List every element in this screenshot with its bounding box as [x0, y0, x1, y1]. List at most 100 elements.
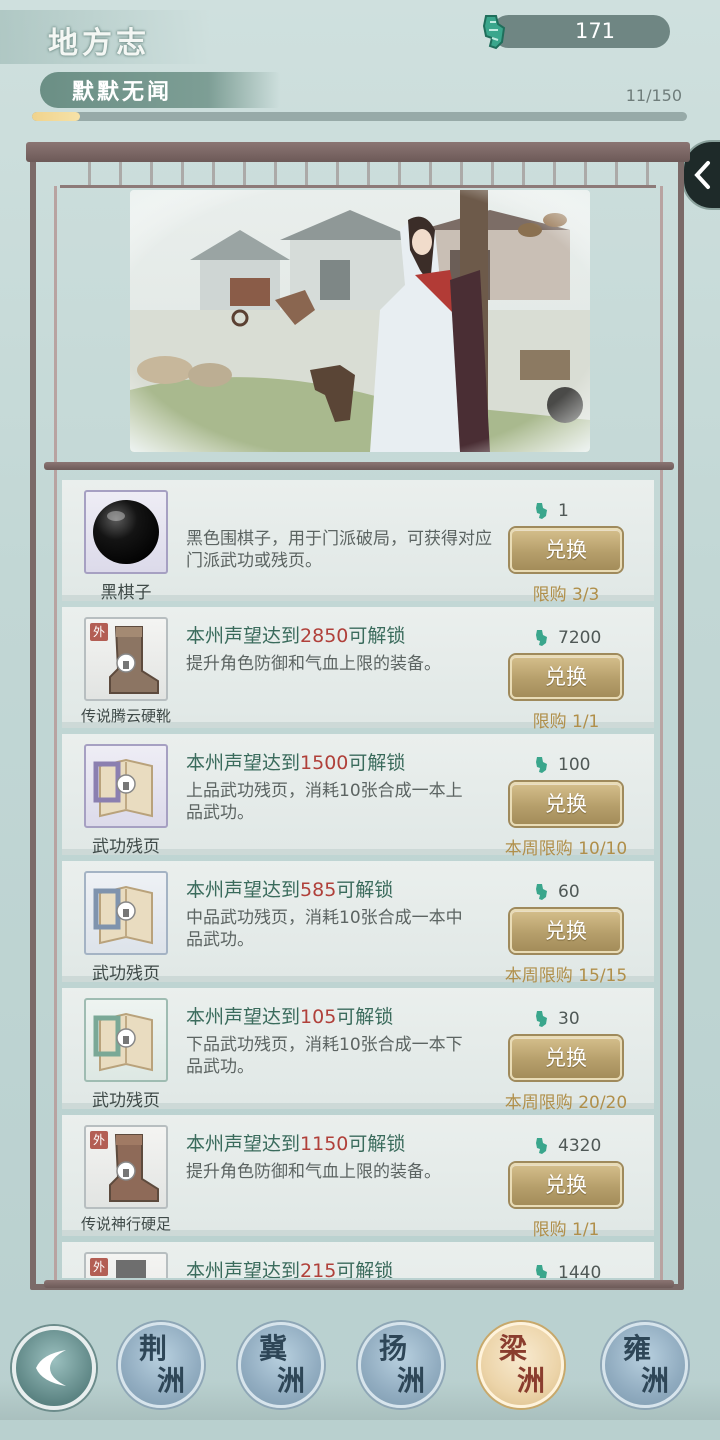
- region-char-1: 冀: [259, 1332, 288, 1365]
- item-icon-frame[interactable]: 外: [84, 1252, 168, 1278]
- page-title: 地方志: [48, 26, 150, 61]
- reputation-progress-count: 11/150: [625, 86, 682, 105]
- unlock-reputation-value: 215: [300, 1260, 337, 1278]
- shop-item-list[interactable]: 黑棋子 黑色围棋子，用于门派破局，可获得对应门派武功或残页。 1 兑换 限购 3…: [62, 480, 654, 1278]
- pavilion-lintel: [26, 142, 690, 162]
- jade-token-icon: [536, 1265, 547, 1278]
- frame-pillar-right: [660, 186, 663, 1280]
- unlock-prefix: 本州声望达到: [186, 879, 301, 901]
- item-icon-frame[interactable]: [84, 744, 168, 828]
- jade-token-icon: [536, 503, 547, 519]
- jade-token-icon: [536, 1138, 547, 1154]
- unlock-prefix: 本州声望达到: [186, 1006, 301, 1028]
- region-char-2: 洲: [516, 1364, 545, 1397]
- item-name: 传说腾云硬靴: [80, 707, 171, 725]
- scene-illustration: [130, 190, 590, 452]
- item-cost: 1: [558, 501, 569, 521]
- unlock-requirement: 本州声望达到1500可解锁: [186, 748, 405, 775]
- exchange-button[interactable]: 兑换: [510, 909, 622, 953]
- shop-item-row: 外 传说神行硬足 本州声望达到1150可解锁 提升角色防御和气血上限的装备。 4…: [62, 1115, 654, 1240]
- jade-token-icon: [536, 884, 547, 900]
- item-cost: 60: [558, 882, 580, 902]
- unlock-suffix: 可解锁: [348, 752, 406, 774]
- unlock-prefix: 本州声望达到: [186, 1133, 301, 1155]
- purchase-limit: 本周限购 20/20: [504, 1093, 628, 1113]
- region-tab-yongzhou[interactable]: 雍 洲: [602, 1322, 688, 1408]
- unlock-requirement: 本州声望达到2850可解锁: [186, 621, 405, 648]
- exchange-button[interactable]: 兑换: [510, 782, 622, 826]
- item-name: 武功残页: [92, 964, 160, 984]
- pavilion-lattice: [60, 162, 656, 188]
- exchange-button[interactable]: 兑换: [510, 1163, 622, 1207]
- item-description: 提升角色防御和气血上限的装备。: [186, 1162, 441, 1182]
- item-name: 传说神行硬足: [80, 1215, 171, 1233]
- unlock-requirement: 本州声望达到215可解锁: [186, 1256, 393, 1278]
- item-icon-frame[interactable]: [84, 490, 168, 574]
- external-tag: 外: [90, 1258, 108, 1276]
- exchange-button[interactable]: 兑换: [510, 655, 622, 699]
- external-tag: 外: [90, 623, 108, 641]
- unlock-reputation-value: 1500: [300, 752, 349, 774]
- item-name: 武功残页: [92, 837, 160, 857]
- scroll-page-icon: [93, 1012, 153, 1072]
- item-icon-frame[interactable]: 外: [84, 1125, 168, 1209]
- exchange-button[interactable]: 兑换: [510, 1036, 622, 1080]
- item-description: 提升角色防御和气血上限的装备。: [186, 654, 441, 674]
- region-char-2: 洲: [396, 1364, 425, 1397]
- currency-amount: 171: [574, 19, 616, 43]
- jade-token-icon: [536, 1011, 547, 1027]
- item-name: 武功残页: [92, 1091, 160, 1111]
- reputation-progress-bar: [32, 112, 687, 121]
- purchase-limit: 限购 1/1: [532, 712, 600, 732]
- shop-item-row: 武功残页 本州声望达到105可解锁 下品武功残页，消耗10张合成一本下品武功。 …: [62, 988, 654, 1113]
- scroll-page-icon: [93, 758, 153, 818]
- item-description: 黑色围棋子，用于门派破局，可获得对应门派武功或残页。: [186, 529, 492, 571]
- jade-token-icon: [536, 757, 547, 773]
- unlock-suffix: 可解锁: [336, 1260, 394, 1278]
- item-description: 中品武功残页，消耗10张合成一本中品武功。: [186, 908, 463, 950]
- region-tab-jizhou[interactable]: 冀 洲: [238, 1322, 324, 1408]
- shop-item-row: 武功残页 本州声望达到585可解锁 中品武功残页，消耗10张合成一本中品武功。 …: [62, 861, 654, 986]
- item-cost: 30: [558, 1009, 580, 1029]
- item-icon-frame[interactable]: [84, 871, 168, 955]
- item-icon-frame[interactable]: 外: [84, 617, 168, 701]
- region-char-1: 雍: [623, 1332, 652, 1365]
- shop-item-row: 外 本州声望达到215可解锁 1440: [62, 1242, 654, 1278]
- back-arrow-icon[interactable]: [28, 1346, 76, 1390]
- frame-pillar-left: [54, 186, 57, 1280]
- reputation-progress-fill: [32, 112, 80, 121]
- item-icon-frame[interactable]: [84, 998, 168, 1082]
- item-description: 上品武功残页，消耗10张合成一本上品武功。: [186, 781, 463, 823]
- exchange-button[interactable]: 兑换: [510, 528, 622, 572]
- unlock-prefix: 本州声望达到: [186, 752, 301, 774]
- frame-divider: [44, 462, 674, 470]
- jade-token-icon: [536, 630, 547, 646]
- frame-base: [44, 1280, 674, 1288]
- unlock-prefix: 本州声望达到: [186, 625, 301, 647]
- shop-item-row: 外 传说腾云硬靴 本州声望达到2850可解锁 提升角色防御和气血上限的装备。 7…: [62, 607, 654, 732]
- item-cost: 100: [558, 755, 591, 775]
- purchase-limit: 本周限购 15/15: [504, 966, 628, 986]
- region-tab-liangzhou[interactable]: 梁 洲: [478, 1322, 564, 1408]
- unlock-reputation-value: 2850: [300, 625, 349, 647]
- scroll-page-icon: [93, 885, 153, 945]
- purchase-limit: 限购 1/1: [532, 1220, 600, 1240]
- unlock-suffix: 可解锁: [336, 879, 394, 901]
- purchase-limit: 限购 3/3: [532, 585, 600, 605]
- item-name: 黑棋子: [100, 583, 152, 603]
- shop-item-row: 黑棋子 黑色围棋子，用于门派破局，可获得对应门派武功或残页。 1 兑换 限购 3…: [62, 480, 654, 605]
- region-char-2: 洲: [276, 1364, 305, 1397]
- region-tab-yangzhou[interactable]: 扬 洲: [358, 1322, 444, 1408]
- region-char-1: 扬: [379, 1332, 408, 1365]
- unlock-reputation-value: 105: [300, 1006, 337, 1028]
- item-cost: 1440: [558, 1263, 602, 1278]
- unlock-suffix: 可解锁: [336, 1006, 394, 1028]
- unlock-suffix: 可解锁: [348, 1133, 406, 1155]
- black-go-stone-icon: [93, 500, 159, 564]
- chevron-left-icon[interactable]: [692, 160, 714, 190]
- unlock-suffix: 可解锁: [348, 625, 406, 647]
- item-cost: 4320: [558, 1136, 602, 1156]
- region-tab-jingzhou[interactable]: 荆 洲: [118, 1322, 204, 1408]
- region-char-2: 洲: [156, 1364, 185, 1397]
- unlock-reputation-value: 1150: [300, 1133, 349, 1155]
